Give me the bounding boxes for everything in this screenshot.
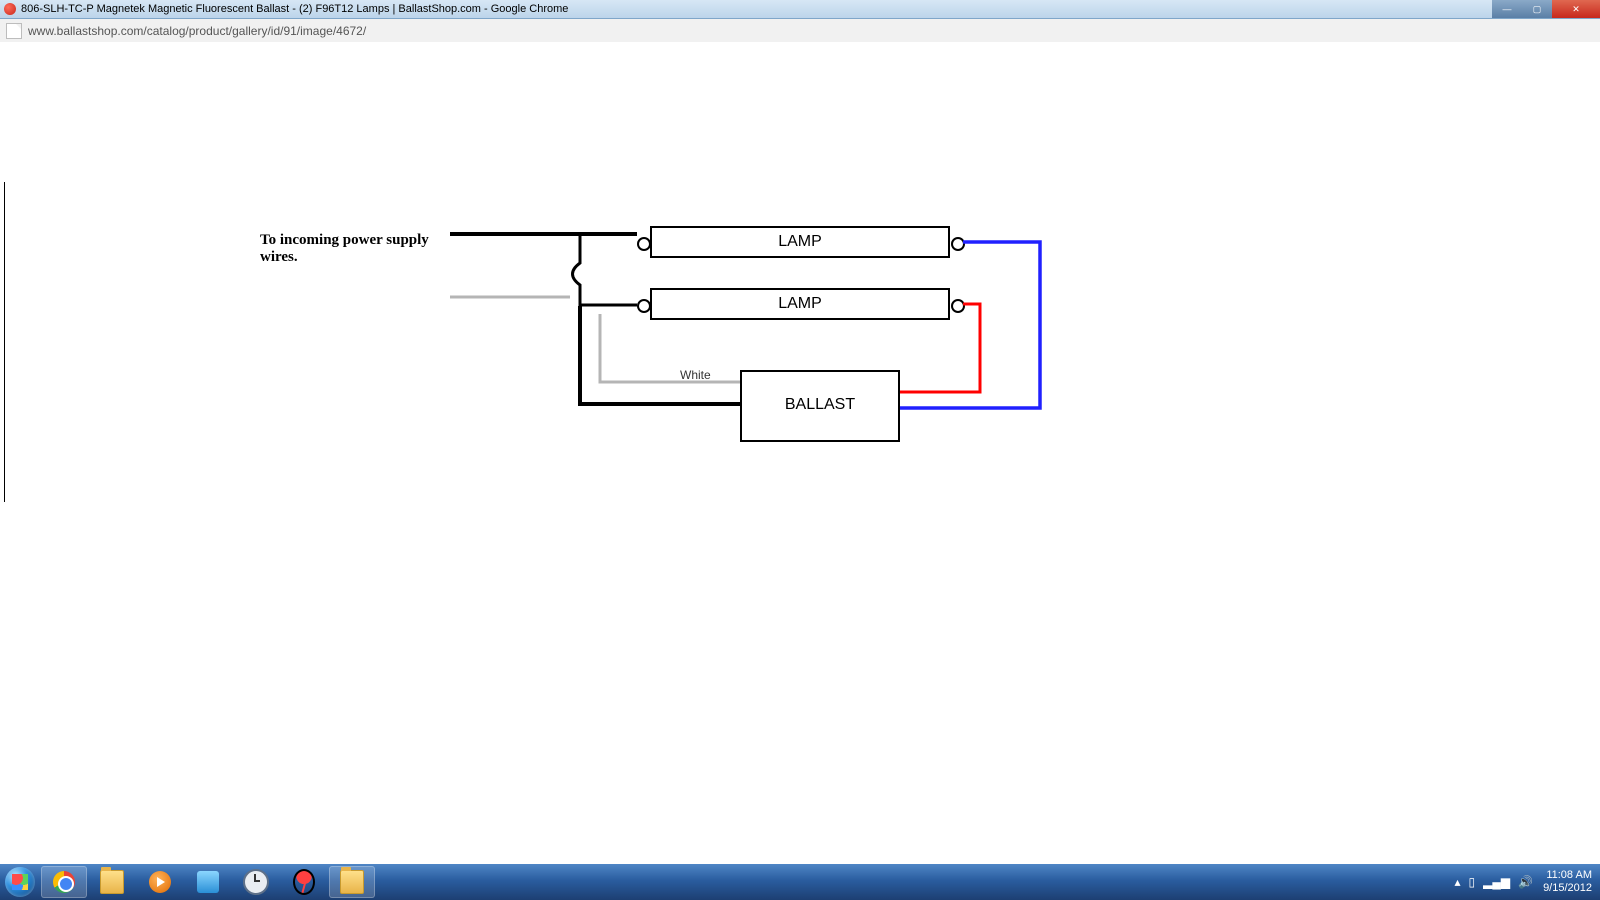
ballast-label: BALLAST	[785, 396, 855, 413]
taskbar-clock-app[interactable]	[233, 866, 279, 898]
diagram-border-left	[4, 182, 5, 502]
favicon-icon	[4, 3, 16, 15]
white-wire-label: White	[680, 368, 711, 382]
window-buttons: — ▢ ✕	[1492, 0, 1600, 18]
power-supply-note: To incoming power supply wires.	[260, 232, 430, 266]
chrome-icon	[53, 871, 75, 893]
start-button[interactable]	[0, 864, 40, 900]
lamp1-right-pin-icon	[951, 237, 965, 251]
taskbar-date: 9/15/2012	[1543, 882, 1592, 895]
taskbar-explorer[interactable]	[89, 866, 135, 898]
taskbar-app[interactable]	[185, 866, 231, 898]
wiring-diagram	[0, 42, 1600, 864]
taskbar-explorer-window[interactable]	[329, 866, 375, 898]
windows-logo-icon	[5, 867, 35, 897]
pushpin-icon	[293, 869, 315, 895]
folder-icon	[100, 870, 124, 894]
taskbar: ▴ ▯ ▂▄▆ 🔊 11:08 AM 9/15/2012	[0, 864, 1600, 900]
tray-battery-icon[interactable]: ▯	[1469, 875, 1476, 889]
lamp2-left-pin-icon	[637, 299, 651, 313]
lamp-1-label: LAMP	[778, 233, 822, 250]
window-titlebar: 806-SLH-TC-P Magnetek Magnetic Fluoresce…	[0, 0, 1600, 19]
tray-up-arrow-icon[interactable]: ▴	[1455, 875, 1461, 889]
taskbar-media-player[interactable]	[137, 866, 183, 898]
clock-icon	[243, 869, 269, 895]
taskbar-chrome[interactable]	[41, 866, 87, 898]
page-content: To incoming power supply wires. LAMP LAM…	[0, 42, 1600, 864]
lamp-2-label: LAMP	[778, 295, 822, 312]
window-title: 806-SLH-TC-P Magnetek Magnetic Fluoresce…	[21, 3, 568, 15]
lamp-2-box: LAMP	[650, 288, 950, 320]
lamp2-right-pin-icon	[951, 299, 965, 313]
media-player-icon	[149, 871, 171, 893]
app-icon	[197, 871, 219, 893]
system-tray: ▴ ▯ ▂▄▆ 🔊 11:08 AM 9/15/2012	[1455, 869, 1600, 895]
tray-volume-icon[interactable]: 🔊	[1518, 875, 1533, 889]
lamp-1-box: LAMP	[650, 226, 950, 258]
url-text: www.ballastshop.com/catalog/product/gall…	[28, 24, 366, 38]
folder-icon	[340, 870, 364, 894]
lamp1-left-pin-icon	[637, 237, 651, 251]
taskbar-clock[interactable]: 11:08 AM 9/15/2012	[1543, 869, 1592, 895]
maximize-button[interactable]: ▢	[1522, 0, 1552, 18]
taskbar-pin[interactable]	[281, 866, 327, 898]
page-icon	[6, 23, 22, 39]
taskbar-time: 11:08 AM	[1543, 869, 1592, 882]
close-button[interactable]: ✕	[1552, 0, 1600, 18]
ballast-box: BALLAST	[740, 370, 900, 442]
minimize-button[interactable]: —	[1492, 0, 1522, 18]
address-bar[interactable]: www.ballastshop.com/catalog/product/gall…	[0, 19, 1600, 44]
tray-network-icon[interactable]: ▂▄▆	[1483, 875, 1510, 889]
